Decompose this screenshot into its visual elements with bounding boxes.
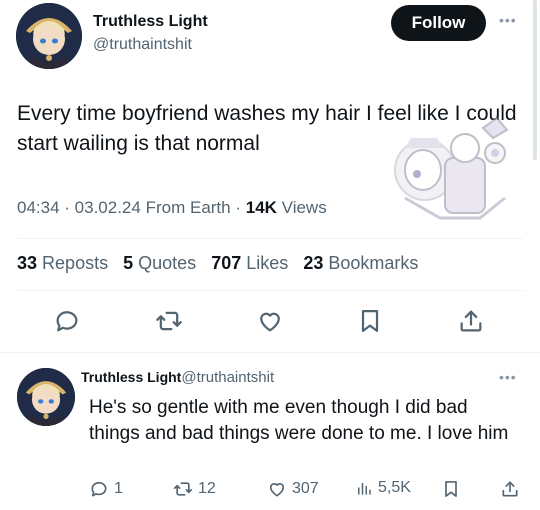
tweet-location: From Earth	[145, 198, 231, 217]
views-count: 14K	[245, 198, 277, 217]
repost-icon[interactable]	[154, 306, 184, 336]
scrollbar[interactable]	[533, 0, 537, 160]
reply-views-button[interactable]: 5,5K	[355, 479, 411, 497]
reply-repost-button[interactable]: 12	[173, 479, 216, 499]
reply-reposts-count: 12	[198, 480, 216, 497]
quotes-stat[interactable]: 5 Quotes	[123, 253, 196, 273]
divider	[17, 238, 523, 239]
reply-like-button[interactable]: 307	[267, 479, 319, 499]
likes-stat[interactable]: 707 Likes	[211, 253, 288, 273]
avatar[interactable]	[16, 3, 82, 69]
tweet-stats: 33 Reposts 5 Quotes 707 Likes 23 Bookmar…	[17, 253, 428, 274]
follow-button[interactable]: Follow	[391, 5, 486, 41]
reply-reply-button[interactable]: 1	[89, 479, 123, 499]
reply-text: He's so gentle with me even though I did…	[89, 397, 509, 444]
reply-icon[interactable]	[52, 306, 82, 336]
reply-icon	[91, 481, 107, 497]
reply-header: Truthless Light@truthaintshit	[81, 369, 274, 386]
reply-author-handle[interactable]: @truthaintshit	[181, 369, 274, 386]
tweet-meta: 04:34 · 03.02.24 From Earth · 14K Views	[17, 198, 327, 217]
author-name[interactable]: Truthless Light	[93, 13, 208, 31]
tweet-time[interactable]: 04:34	[17, 198, 60, 217]
reply-bookmark-button[interactable]	[441, 479, 461, 499]
author-handle[interactable]: @truthaintshit	[93, 36, 192, 54]
reposts-stat[interactable]: 33 Reposts	[17, 253, 108, 273]
reply-author-name[interactable]: Truthless Light	[81, 369, 181, 385]
share-icon	[502, 481, 518, 497]
bookmarks-stat[interactable]: 23 Bookmarks	[303, 253, 418, 273]
like-icon	[269, 483, 285, 497]
reply-share-button[interactable]	[500, 479, 520, 499]
reply-views-count: 5,5K	[378, 479, 411, 496]
bookmark-icon	[445, 481, 457, 497]
divider	[0, 352, 540, 353]
views-icon	[358, 482, 371, 495]
character-sticker-image	[385, 108, 520, 228]
more-icon[interactable]: •••	[499, 369, 517, 385]
avatar[interactable]	[17, 368, 75, 426]
reply-replies-count: 1	[114, 480, 123, 497]
views-label: Views	[281, 198, 327, 217]
bookmark-icon[interactable]	[355, 306, 385, 336]
tweet-date[interactable]: 03.02.24	[75, 198, 141, 217]
share-icon[interactable]	[456, 306, 486, 336]
reply-likes-count: 307	[292, 480, 319, 497]
more-icon[interactable]: •••	[499, 12, 517, 28]
divider	[17, 290, 523, 291]
repost-icon	[173, 482, 193, 496]
like-icon[interactable]	[255, 306, 285, 336]
